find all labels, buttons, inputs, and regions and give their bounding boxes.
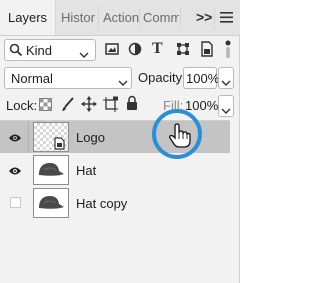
layer-row-hat-copy[interactable]: Hat copy: [0, 187, 230, 219]
image-filter-icon[interactable]: [105, 42, 119, 61]
more-tabs-button[interactable]: >>: [196, 0, 212, 35]
search-icon: [9, 43, 23, 62]
lock-artboard-icon[interactable]: [103, 96, 119, 117]
type-filter-icon[interactable]: T: [152, 40, 163, 58]
hamburger-icon[interactable]: [220, 11, 234, 24]
shape-filter-icon[interactable]: [176, 42, 190, 61]
hand-cursor-icon: [168, 123, 192, 154]
chevron-down-icon: [79, 46, 89, 64]
eye-icon[interactable]: [8, 164, 22, 176]
layers-panel: Layers Histor Action Comm >> Kind T Norm…: [0, 0, 240, 283]
eye-icon[interactable]: [8, 131, 22, 143]
hat-thumbnail-icon: [39, 163, 64, 176]
tab-comments[interactable]: Comm: [141, 0, 179, 35]
layer-row-hat[interactable]: Hat: [0, 154, 230, 186]
filter-kind-dropdown[interactable]: Kind: [4, 39, 96, 61]
opacity-input[interactable]: 100%: [183, 67, 220, 89]
panel-tab-bar: Layers Histor Action Comm >>: [0, 0, 240, 36]
tab-divider: [139, 7, 140, 29]
smart-object-filter-icon[interactable]: [200, 41, 214, 62]
chevron-down-icon: [221, 102, 231, 120]
lock-label: Lock:: [6, 98, 38, 113]
layer-thumbnail: [33, 122, 69, 152]
tab-layers[interactable]: Layers: [0, 0, 56, 35]
opacity-value: 100%: [186, 71, 220, 86]
tab-divider: [180, 7, 181, 29]
hat-thumbnail-icon: [39, 196, 64, 209]
adjustment-filter-icon[interactable]: [128, 42, 142, 61]
opacity-dropdown-button[interactable]: [218, 67, 234, 89]
chevron-down-icon: [221, 74, 231, 92]
lock-image-icon[interactable]: [61, 97, 75, 117]
opacity-label: Opacity:: [138, 70, 186, 85]
lock-all-icon[interactable]: [126, 95, 138, 116]
blend-mode-dropdown[interactable]: Normal: [4, 67, 132, 89]
fill-value: 100%: [185, 98, 219, 113]
tab-history[interactable]: Histor: [57, 0, 99, 35]
tab-divider: [214, 7, 215, 29]
layer-name[interactable]: Hat copy: [76, 196, 127, 211]
tab-divider: [98, 7, 99, 29]
blend-mode-value: Normal: [11, 71, 53, 86]
layer-thumbnail: [33, 155, 69, 185]
filter-toggle-icon[interactable]: [224, 38, 232, 65]
lock-transparent-icon[interactable]: [39, 98, 52, 116]
visibility-toggle[interactable]: [10, 197, 21, 208]
smart-object-badge-icon: [54, 137, 65, 150]
lock-position-icon[interactable]: [81, 96, 97, 117]
layer-thumbnail: [33, 188, 69, 218]
chevron-down-icon: [118, 74, 128, 92]
layer-name[interactable]: Hat: [76, 163, 96, 178]
layer-name[interactable]: Logo: [76, 130, 105, 145]
tab-actions[interactable]: Action: [100, 0, 139, 35]
filter-kind-label: Kind: [26, 43, 53, 58]
fill-dropdown-button[interactable]: [218, 95, 234, 117]
divider: [28, 121, 29, 153]
